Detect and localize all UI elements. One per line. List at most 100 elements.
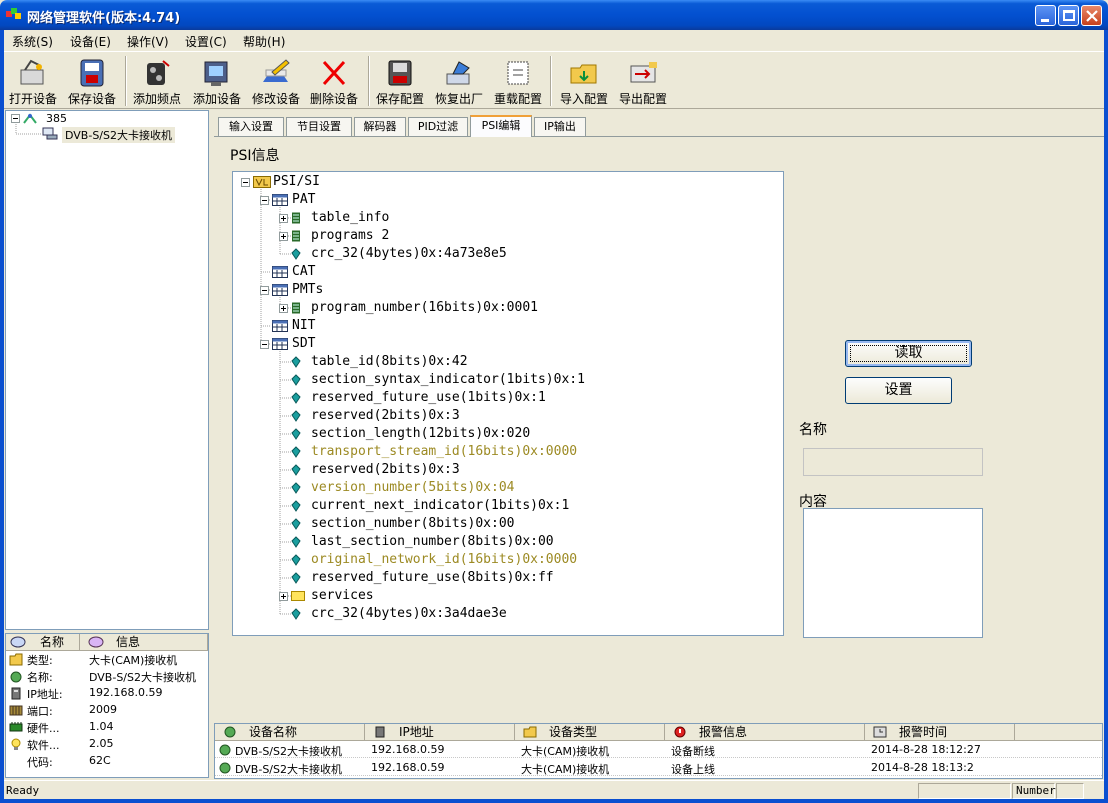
menu-settings[interactable]: 设置(C) (185, 33, 227, 50)
psi-sdt-field[interactable]: section_length(12bits)0x:020 (233, 425, 783, 443)
psi-node-label: reserved(2bits)0x:3 (311, 408, 460, 423)
psi-node-label: section_length(12bits)0x:020 (311, 426, 531, 441)
tree-device-item[interactable]: DVB-S/S2大卡接收机 (62, 127, 175, 143)
add-device-icon (204, 61, 228, 86)
info-row-ip: IP地址: 192.168.0.59 (8, 685, 208, 702)
open-device-button[interactable]: 打开设备 (6, 54, 60, 108)
col-device-name[interactable]: 设备名称 (215, 724, 365, 741)
psi-sdt-field[interactable]: section_syntax_indicator(1bits)0x:1 (233, 371, 783, 389)
device-tree[interactable]: 385 DVB-S/S2大卡接收机 (5, 110, 209, 630)
tab-input-settings[interactable]: 输入设置 (218, 117, 284, 136)
app-icon (6, 8, 21, 19)
psi-sdt-field[interactable]: last_section_number(8bits)0x:00 (233, 533, 783, 551)
psi-pat-field[interactable]: programs 2 (233, 227, 783, 245)
col-ip-address[interactable]: IP地址 (365, 724, 515, 741)
tree-collapse-toggle[interactable] (260, 340, 269, 349)
add-device-button[interactable]: 添加设备 (189, 54, 245, 108)
minimize-button[interactable] (1035, 5, 1056, 26)
alarm-row[interactable]: DVB-S/S2大卡接收机 192.168.0.59 大卡(CAM)接收机 设备… (215, 759, 1102, 776)
factory-reset-button[interactable]: 恢复出厂 (431, 54, 487, 108)
read-button[interactable]: 读取 (845, 340, 972, 367)
edit-device-icon (263, 59, 290, 82)
device-name-icon (10, 671, 22, 683)
reload-config-icon (507, 61, 529, 85)
add-frequency-button[interactable]: 添加频点 (129, 54, 185, 108)
tree-collapse-toggle[interactable] (241, 178, 250, 187)
psi-node-label: reserved_future_use(1bits)0x:1 (311, 390, 546, 405)
psi-sdt-node[interactable]: SDT (233, 335, 783, 353)
psi-sdt-field[interactable]: transport_stream_id(16bits)0x:0000 (233, 443, 783, 461)
tab-psi-edit[interactable]: PSI编辑 (470, 115, 532, 137)
menu-help[interactable]: 帮助(H) (243, 33, 285, 50)
psi-node-label: PMTs (292, 282, 324, 297)
window-frame-right (1104, 30, 1108, 803)
psi-node-label: PSI/SI (273, 174, 320, 189)
psi-sdt-field[interactable]: section_number(8bits)0x:00 (233, 515, 783, 533)
psi-sdt-field[interactable]: table_id(8bits)0x:42 (233, 353, 783, 371)
tree-expand-toggle[interactable] (279, 232, 288, 241)
save-config-button[interactable]: 保存配置 (372, 54, 428, 108)
col-device-type[interactable]: 设备类型 (515, 724, 665, 741)
psi-node-label: version_number(5bits)0x:04 (311, 480, 515, 495)
tab-decoder[interactable]: 解码器 (354, 117, 406, 136)
tab-strip: 输入设置 节目设置 解码器 PID过滤 PSI编辑 IP输出 (214, 115, 1094, 137)
psi-sdt-field[interactable]: reserved(2bits)0x:3 (233, 407, 783, 425)
save-device-button[interactable]: 保存设备 (64, 54, 120, 108)
psi-node-label: crc_32(4bytes)0x:4a73e8e5 (311, 246, 507, 261)
name-field[interactable] (803, 448, 983, 476)
tree-expand-toggle[interactable] (279, 592, 288, 601)
col-alarm-info[interactable]: 报警信息 (665, 724, 865, 741)
toolbar-separator (550, 56, 552, 106)
info-header-value[interactable]: 信息 (80, 634, 208, 651)
psi-cat-node[interactable]: CAT (233, 263, 783, 281)
psi-sdt-field[interactable]: original_network_id(16bits)0x:0000 (233, 551, 783, 569)
info-row-software: 软件... 2.05 (8, 736, 208, 753)
menu-bar: 系统(S) 设备(E) 操作(V) 设置(C) 帮助(H) (4, 30, 1104, 51)
set-button[interactable]: 设置 (845, 377, 952, 404)
pane-splitter[interactable] (209, 110, 213, 778)
psi-pat-field[interactable]: crc_32(4bytes)0x:4a73e8e5 (233, 245, 783, 263)
edit-device-button[interactable]: 修改设备 (248, 54, 304, 108)
status-text: Ready (6, 784, 40, 797)
psi-node-label: programs 2 (311, 228, 390, 243)
col-alarm-time[interactable]: 报警时间 (865, 724, 1015, 741)
psi-sdt-field[interactable]: reserved_future_use(8bits)0x:ff (233, 569, 783, 587)
tree-collapse-toggle[interactable] (260, 286, 269, 295)
psi-nit-node[interactable]: NIT (233, 317, 783, 335)
tree-expand-toggle[interactable] (279, 214, 288, 223)
import-config-button[interactable]: 导入配置 (556, 54, 612, 108)
tab-program-settings[interactable]: 节目设置 (286, 117, 352, 136)
psi-sdt-field[interactable]: crc_32(4bytes)0x:3a4dae3e (233, 605, 783, 623)
menu-operation[interactable]: 操作(V) (127, 33, 169, 50)
menu-device[interactable]: 设备(E) (70, 33, 111, 50)
psi-services-node[interactable]: services (233, 587, 783, 605)
alarm-log-table: 设备名称 IP地址 设备类型 报警信息 报警时间 DVB-S/S2大卡接收机 1… (214, 723, 1103, 779)
psi-root-node[interactable]: PSI/SI (233, 173, 783, 191)
content-textarea[interactable] (803, 508, 983, 638)
close-button[interactable] (1081, 5, 1102, 26)
psi-sdt-field[interactable]: version_number(5bits)0x:04 (233, 479, 783, 497)
title-bar[interactable]: 网络管理软件(版本:4.74) (0, 0, 1108, 30)
network-icon (11, 687, 21, 700)
psi-pmt-field[interactable]: program_number(16bits)0x:0001 (233, 299, 783, 317)
save-device-icon (80, 59, 104, 87)
alarm-row[interactable]: DVB-S/S2大卡接收机 192.168.0.59 大卡(CAM)接收机 设备… (215, 741, 1102, 758)
tree-collapse-toggle[interactable] (260, 196, 269, 205)
psi-sdt-field[interactable]: current_next_indicator(1bits)0x:1 (233, 497, 783, 515)
psi-sdt-field[interactable]: reserved_future_use(1bits)0x:1 (233, 389, 783, 407)
psi-pat-node[interactable]: PAT (233, 191, 783, 209)
tab-pid-filter[interactable]: PID过滤 (408, 117, 468, 136)
psi-tree[interactable]: PSI/SI PAT table_info programs 2 crc_32(4byt… (232, 171, 784, 636)
menu-system[interactable]: 系统(S) (12, 33, 53, 50)
reload-config-button[interactable]: 重载配置 (490, 54, 546, 108)
info-header-name[interactable]: 名称 (6, 634, 80, 651)
psi-pat-field[interactable]: table_info (233, 209, 783, 227)
export-config-button[interactable]: 导出配置 (615, 54, 671, 108)
delete-device-button[interactable]: 删除设备 (306, 54, 362, 108)
tree-expand-toggle[interactable] (279, 304, 288, 313)
psi-pmts-node[interactable]: PMTs (233, 281, 783, 299)
tab-ip-output[interactable]: IP输出 (534, 117, 586, 136)
num-lock-indicator: Number (1012, 783, 1056, 799)
psi-sdt-field[interactable]: reserved(2bits)0x:3 (233, 461, 783, 479)
maximize-button[interactable] (1058, 5, 1079, 26)
